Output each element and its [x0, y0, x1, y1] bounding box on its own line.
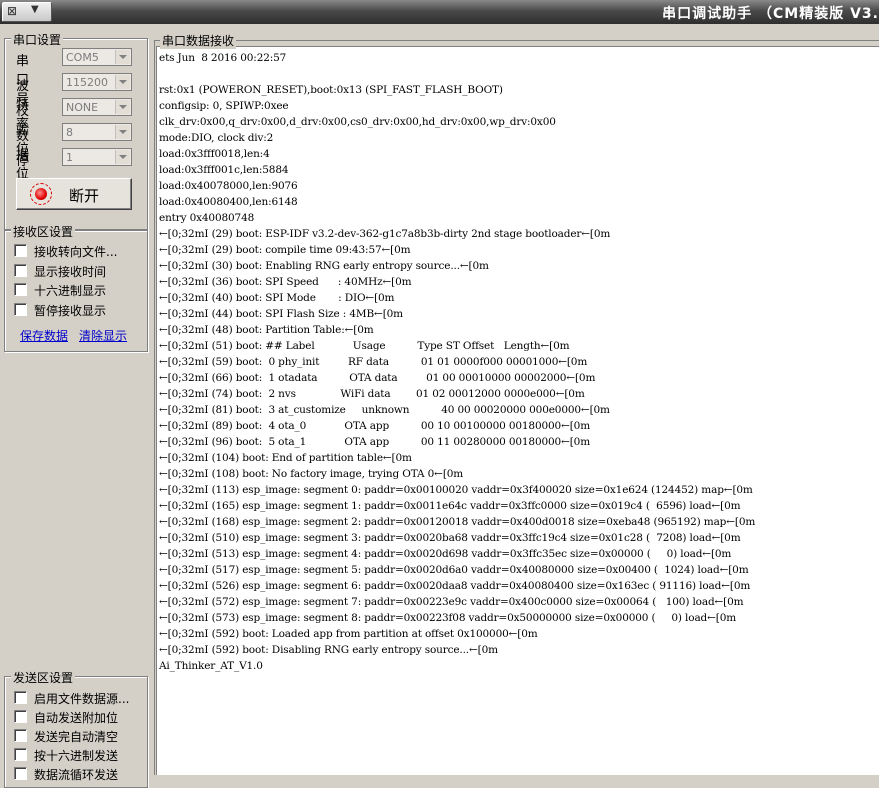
app-icon: ⊠	[7, 4, 18, 18]
checkbox-label: 十六进制显示	[34, 284, 107, 298]
parity-value: NONE	[66, 101, 99, 114]
checkbox-icon[interactable]	[14, 303, 27, 316]
chevron-down-icon: ▼	[31, 4, 39, 15]
log-line: entry 0x40080748	[159, 212, 255, 224]
log-line: ←[0;32mI (96) boot: 5 ota_1 OTA app 00 1…	[159, 436, 590, 448]
log-line: ←[0;32mI (81) boot: 3 at_customize unkno…	[159, 404, 610, 416]
log-line: ←[0;32mI (572) esp_image: segment 7: pad…	[159, 596, 744, 608]
disconnect-button[interactable]: 断开	[16, 178, 132, 210]
checkbox-icon[interactable]	[14, 264, 27, 277]
stopbits-select[interactable]: 1	[62, 148, 132, 166]
settings-panel: 串口设置 串口号 COM5 波特率 115200 校验位 NONE 数据位 8 …	[0, 24, 150, 788]
checkbox-label: 数据流循环发送	[34, 768, 119, 782]
log-line: ←[0;32mI (29) boot: ESP-IDF v3.2-dev-362…	[159, 228, 611, 240]
checkbox-icon[interactable]	[14, 691, 27, 704]
baud-value: 115200	[66, 76, 108, 89]
baud-select[interactable]: 115200	[62, 73, 132, 91]
log-line: ←[0;32mI (30) boot: Enabling RNG early e…	[159, 260, 489, 272]
port-select[interactable]: COM5	[62, 48, 132, 66]
log-line: ←[0;32mI (44) boot: SPI Flash Size : 4MB…	[159, 308, 403, 320]
receive-textarea[interactable]: ets Jun 8 2016 00:22:57 rst:0x1 (POWERON_…	[156, 46, 879, 775]
receive-area-title: 串口数据接收	[160, 32, 237, 49]
title-bar: ⊠ ▼ 串口调试助手 （CM精装版 V3.	[0, 0, 879, 24]
checkbox-label: 接收转向文件...	[34, 245, 118, 259]
log-line: ←[0;32mI (51) boot: ## Label Usage Type …	[159, 340, 570, 352]
log-line: ←[0;32mI (165) esp_image: segment 1: pad…	[159, 500, 741, 512]
log-line: ←[0;32mI (36) boot: SPI Speed : 40MHz←[0…	[159, 276, 412, 288]
checkbox-icon[interactable]	[14, 710, 27, 723]
log-line: ←[0;32mI (510) esp_image: segment 3: pad…	[159, 532, 741, 544]
log-line: ←[0;32mI (592) boot: Loaded app from par…	[159, 628, 538, 640]
log-line: ←[0;32mI (108) boot: No factory image, t…	[159, 468, 464, 480]
status-led-icon	[30, 183, 52, 205]
log-line: ←[0;32mI (513) esp_image: segment 4: pad…	[159, 548, 732, 560]
disconnect-label: 断开	[69, 187, 100, 205]
log-line: ←[0;32mI (40) boot: SPI Mode : DIO←[0m	[159, 292, 395, 304]
log-line: ←[0;32mI (74) boot: 2 nvs WiFi data 01 0…	[159, 388, 585, 400]
clear-display-link[interactable]: 清除显示	[79, 327, 127, 344]
checkbox-label: 启用文件数据源...	[34, 692, 130, 706]
checkbox-icon[interactable]	[14, 748, 27, 761]
log-line: ←[0;32mI (573) esp_image: segment 8: pad…	[159, 612, 737, 624]
chevron-down-icon[interactable]	[115, 75, 130, 89]
send-settings-title: 发送区设置	[11, 669, 76, 686]
log-line: ←[0;32mI (48) boot: Partition Table:←[0m	[159, 324, 374, 336]
log-line: ←[0;32mI (66) boot: 1 otadata OTA data 0…	[159, 372, 596, 384]
chevron-down-icon[interactable]	[115, 100, 130, 114]
window-title: 串口调试助手 （CM精装版 V3.	[662, 6, 879, 22]
serial-settings-title: 串口设置	[11, 31, 64, 48]
parity-select[interactable]: NONE	[62, 98, 132, 116]
log-line: ←[0;32mI (59) boot: 0 phy_init RF data 0…	[159, 356, 588, 368]
log-line: ←[0;32mI (89) boot: 4 ota_0 OTA app 00 1…	[159, 420, 590, 432]
log-line: rst:0x1 (POWERON_RESET),boot:0x13 (SPI_F…	[159, 84, 503, 96]
checkbox-icon[interactable]	[14, 729, 27, 742]
log-line: load:0x40080400,len:6148	[159, 196, 298, 208]
log-line: configsip: 0, SPIWP:0xee	[159, 100, 289, 112]
log-line: ←[0;32mI (517) esp_image: segment 5: pad…	[159, 564, 749, 576]
chevron-down-icon[interactable]	[115, 150, 130, 164]
log-line: ←[0;32mI (592) boot: Disabling RNG early…	[159, 644, 498, 656]
log-line: load:0x40078000,len:9076	[159, 180, 298, 192]
system-menu-button[interactable]: ⊠ ▼	[2, 2, 52, 22]
log-line: Ai_Thinker_AT_V1.0	[159, 660, 263, 672]
log-line: ←[0;32mI (526) esp_image: segment 6: pad…	[159, 580, 751, 592]
checkbox-label: 按十六进制发送	[34, 749, 119, 763]
stopbits-value: 1	[66, 151, 73, 164]
databits-value: 8	[66, 126, 73, 139]
chevron-down-icon[interactable]	[115, 50, 130, 64]
databits-select[interactable]: 8	[62, 123, 132, 141]
log-line: mode:DIO, clock div:2	[159, 132, 274, 144]
checkbox-label: 发送完自动清空	[34, 730, 119, 744]
log-line: ets Jun 8 2016 00:22:57	[159, 52, 287, 64]
checkbox-label: 自动发送附加位	[34, 711, 119, 725]
log-line: ←[0;32mI (29) boot: compile time 09:43:5…	[159, 244, 411, 256]
log-line: ←[0;32mI (113) esp_image: segment 0: pad…	[159, 484, 753, 496]
log-line: clk_drv:0x00,q_drv:0x00,d_drv:0x00,cs0_d…	[159, 116, 556, 128]
chevron-down-icon[interactable]	[115, 125, 130, 139]
checkbox-icon[interactable]	[14, 283, 27, 296]
log-line: load:0x3fff0018,len:4	[159, 148, 270, 160]
checkbox-label: 显示接收时间	[34, 265, 107, 279]
checkbox-icon[interactable]	[14, 244, 27, 257]
receive-settings-title: 接收区设置	[11, 223, 76, 240]
port-value: COM5	[66, 51, 99, 64]
checkbox-label: 暂停接收显示	[34, 304, 107, 318]
save-data-link[interactable]: 保存数据	[20, 327, 68, 344]
log-line: ←[0;32mI (168) esp_image: segment 2: pad…	[159, 516, 756, 528]
log-line: load:0x3fff001c,len:5884	[159, 164, 289, 176]
log-line: ←[0;32mI (104) boot: End of partition ta…	[159, 452, 412, 464]
